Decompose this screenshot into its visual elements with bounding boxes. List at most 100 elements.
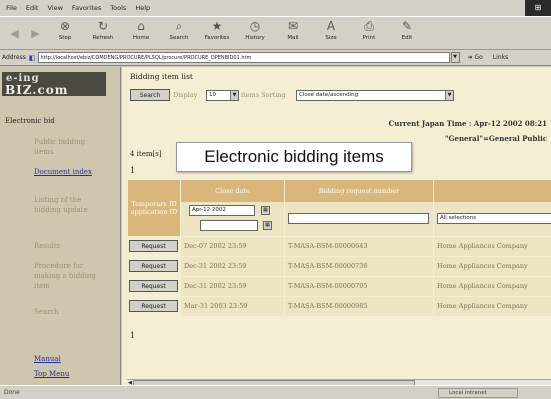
display-count-value: 10 bbox=[209, 92, 216, 98]
address-bar: Address ◧ http://localhost/ebiz/COMDENG/… bbox=[0, 50, 551, 66]
nav-top-menu[interactable]: Top Menu bbox=[34, 370, 69, 378]
address-dropdown-icon[interactable]: ▼ bbox=[450, 52, 460, 63]
bid-number-cell: T-MASA-BSM-00000736 bbox=[285, 257, 433, 276]
forward-arrow-icon[interactable]: ▶ bbox=[31, 27, 39, 40]
refresh-icon: ↻ bbox=[97, 19, 109, 33]
request-cell: Request bbox=[128, 297, 180, 316]
toolbar-print-button[interactable]: ⎙ Print bbox=[353, 18, 385, 48]
request-button[interactable]: Request bbox=[129, 260, 178, 272]
filter-close-date-cell: Apr-12 2002 ▦ ▦ bbox=[181, 202, 284, 236]
table-row: Request Dec-31 2002 23:59 T-MASA-BSM-000… bbox=[128, 277, 551, 296]
menu-favorites[interactable]: Favorites bbox=[72, 4, 101, 12]
toolbar-search-label: Search bbox=[169, 35, 189, 41]
nav-results[interactable]: Results bbox=[34, 241, 102, 251]
page-title: Bidding item list bbox=[130, 72, 193, 81]
bid-number-cell: T-MASA-BSM-00000643 bbox=[285, 237, 433, 256]
menu-tools[interactable]: Tools bbox=[110, 4, 126, 12]
sorting-select[interactable]: Close date/ascending ▼ bbox=[296, 90, 454, 101]
browser-toolbar: ◀ ▶ ⊗ Stop ↻ Refresh ⌂ Home ⌕ Search ★ F… bbox=[0, 16, 551, 50]
nav-public-bidding-items[interactable]: Public bidding items bbox=[34, 137, 102, 157]
site-logo: e-ing BIZ.com bbox=[2, 72, 106, 97]
close-date-cell: Mar-31 2003 23:59 bbox=[181, 297, 284, 316]
request-button[interactable]: Request bbox=[129, 240, 178, 252]
bid-number-cell: T-MASA-BSM-00000795 bbox=[285, 277, 433, 296]
toolbar-size-button[interactable]: A Size bbox=[315, 18, 347, 48]
calendar-from-icon[interactable]: ▦ bbox=[261, 206, 270, 215]
nav-bidding-update-listing[interactable]: Listing of the bidding update bbox=[34, 195, 102, 215]
page-icon: ◧ bbox=[28, 53, 36, 62]
stop-icon: ⊗ bbox=[59, 19, 71, 33]
toolbar-refresh-label: Refresh bbox=[92, 35, 114, 41]
display-count-select[interactable]: 10 ▼ bbox=[206, 90, 239, 101]
agency-cell: Home Appliances Company bbox=[434, 297, 551, 316]
address-label: Address bbox=[2, 54, 26, 61]
sorting-value: Close date/ascending bbox=[299, 92, 359, 98]
agency-cell: Home Appliances Company bbox=[434, 257, 551, 276]
toolbar-favorites-button[interactable]: ★ Favorites bbox=[201, 18, 233, 48]
nav-procedure[interactable]: Procedure for making a bidding item bbox=[34, 261, 102, 291]
overlay-caption: Electronic bidding items bbox=[176, 142, 412, 172]
request-cell: Request bbox=[128, 257, 180, 276]
request-cell: Request bbox=[128, 277, 180, 296]
request-button[interactable]: Request bbox=[129, 300, 178, 312]
go-label: Go bbox=[474, 54, 483, 61]
agency-cell: Home Appliances Company bbox=[434, 237, 551, 256]
current-time: Current Japan Time : Apr-12 2002 08:21 bbox=[388, 119, 547, 128]
toolbar-refresh-button[interactable]: ↻ Refresh bbox=[87, 18, 119, 48]
sorting-dropdown-icon: ▼ bbox=[445, 91, 453, 100]
close-date-cell: Dec-31 2002 23:59 bbox=[181, 277, 284, 296]
nav-manual[interactable]: Manual bbox=[34, 355, 61, 363]
request-button[interactable]: Request bbox=[129, 280, 178, 292]
filter-bid-number-cell bbox=[285, 202, 433, 236]
menu-view[interactable]: View bbox=[47, 4, 62, 12]
header-agency bbox=[434, 180, 551, 202]
search-button[interactable]: Search bbox=[130, 89, 170, 101]
toolbar-edit-button[interactable]: ✎ Edit bbox=[391, 18, 423, 48]
menu-file[interactable]: File bbox=[6, 4, 17, 12]
legend-general: "General"=General Public bbox=[444, 134, 547, 143]
menu-bar: File Edit View Favorites Tools Help ⊞ bbox=[0, 0, 551, 16]
page-number-top[interactable]: 1 bbox=[130, 166, 135, 175]
close-date-cell: Dec-07 2002 23:59 bbox=[181, 237, 284, 256]
menu-help[interactable]: Help bbox=[135, 4, 150, 12]
windows-logo-icon: ⊞ bbox=[525, 0, 551, 16]
nav-search[interactable]: Search bbox=[34, 307, 102, 317]
page-number-bottom[interactable]: 1 bbox=[130, 331, 135, 340]
toolbar-home-button[interactable]: ⌂ Home bbox=[125, 18, 157, 48]
table-row: Request Mar-31 2003 23:59 T-MASA-BSM-000… bbox=[128, 297, 551, 316]
header-close-date: Close date bbox=[181, 180, 284, 202]
header-temp-id: Temporary ID application ID bbox=[128, 180, 180, 236]
request-cell: Request bbox=[128, 237, 180, 256]
toolbar-history-button[interactable]: ◷ History bbox=[239, 18, 271, 48]
back-arrow-icon[interactable]: ◀ bbox=[10, 27, 18, 40]
nav-document-index[interactable]: Document index bbox=[34, 167, 102, 177]
go-button[interactable]: ➔ Go bbox=[468, 54, 483, 61]
toolbar-mail-button[interactable]: ✉ Mail bbox=[277, 18, 309, 48]
item-count: 4 item[s] bbox=[130, 150, 162, 158]
favorites-icon: ★ bbox=[211, 19, 223, 33]
back-forward-group: ◀ ▶ bbox=[4, 20, 46, 46]
history-icon: ◷ bbox=[249, 19, 261, 33]
calendar-to-icon[interactable]: ▦ bbox=[263, 221, 272, 230]
menu-edit[interactable]: Edit bbox=[26, 4, 39, 12]
date-from-input[interactable]: Apr-12 2002 bbox=[189, 205, 255, 216]
mail-icon: ✉ bbox=[287, 19, 299, 33]
date-to-input[interactable] bbox=[200, 220, 258, 231]
bid-number-input[interactable] bbox=[288, 213, 429, 224]
table-row: Request Dec-31 2002 23:59 T-MASA-BSM-000… bbox=[128, 257, 551, 276]
main-frame: Bidding item list Search Display 10 ▼ it… bbox=[122, 67, 551, 385]
toolbar-search-button[interactable]: ⌕ Search bbox=[163, 18, 195, 48]
toolbar-size-label: Size bbox=[325, 35, 337, 41]
toolbar-mail-label: Mail bbox=[287, 35, 299, 41]
status-bar: Done Local intranet bbox=[0, 385, 551, 399]
address-input[interactable]: http://localhost/ebiz/COMDENG/PROCURE/PL… bbox=[37, 52, 450, 63]
nav-section-title: Electronic bid bbox=[5, 117, 55, 125]
display-dropdown-icon: ▼ bbox=[230, 91, 238, 100]
status-text: Done bbox=[4, 389, 20, 396]
toolbar-print-label: Print bbox=[362, 35, 376, 41]
links-button[interactable]: Links bbox=[493, 54, 508, 61]
toolbar-stop-label: Stop bbox=[58, 35, 72, 41]
agency-select[interactable]: All selections bbox=[437, 213, 551, 224]
toolbar-stop-button[interactable]: ⊗ Stop bbox=[49, 18, 81, 48]
toolbar-edit-label: Edit bbox=[401, 35, 413, 41]
